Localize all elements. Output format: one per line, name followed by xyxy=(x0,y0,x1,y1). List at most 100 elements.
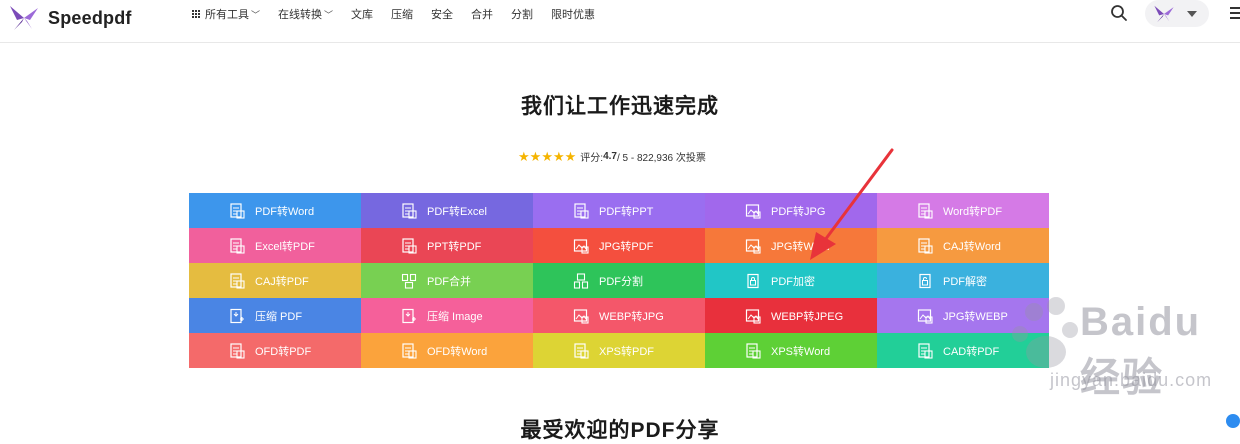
image-icon xyxy=(573,308,589,324)
document-icon xyxy=(574,342,589,359)
tool-tile[interactable]: PDF转PPT xyxy=(533,193,705,228)
nav-all-tools[interactable]: 所有工具 ﹀ xyxy=(192,6,260,22)
tool-tile[interactable]: JPG转Word xyxy=(705,228,877,263)
document-icon xyxy=(230,237,245,254)
watermark-url: jingyan.baidu.com xyxy=(1050,370,1213,390)
tool-tile[interactable]: PDF合并 xyxy=(361,263,533,298)
tool-tile[interactable]: PDF转Excel xyxy=(361,193,533,228)
split-icon xyxy=(573,272,589,289)
top-navbar: Speedpdf 所有工具 ﹀ 在线转换 ﹀ 文库 压缩 安全 合并 分割 限时… xyxy=(0,0,1240,43)
image-icon xyxy=(573,238,589,254)
unlock-icon xyxy=(919,273,931,288)
rating-value: 4.7 xyxy=(603,150,617,162)
brand-name: Speedpdf xyxy=(48,7,132,28)
tool-tile[interactable]: WEBP转JPEG xyxy=(705,298,877,333)
tool-tile[interactable]: PDF转JPG xyxy=(705,193,877,228)
tool-label: PPT转PDF xyxy=(427,240,482,253)
lock-icon xyxy=(747,273,759,288)
tool-label: JPG转PDF xyxy=(599,240,654,253)
tool-label: WEBP转JPEG xyxy=(771,310,844,323)
tool-label: PDF合并 xyxy=(427,275,471,288)
search-icon[interactable] xyxy=(1110,4,1128,22)
tool-label: CAJ转Word xyxy=(943,240,1001,253)
tool-label: PDF转PPT xyxy=(599,205,654,218)
tool-tile[interactable]: 压缩 Image xyxy=(361,298,533,333)
tool-label: OFD转Word xyxy=(427,345,488,358)
tool-label: 压缩 Image xyxy=(427,310,483,323)
nav-label: 在线转换 xyxy=(278,9,323,21)
chevron-down-icon: ﹀ xyxy=(251,9,261,20)
menu-icon[interactable] xyxy=(1230,7,1240,22)
tool-tile[interactable]: 压缩 PDF xyxy=(189,298,361,333)
grid-icon xyxy=(192,10,200,18)
tool-tile[interactable]: PPT转PDF xyxy=(361,228,533,263)
tool-label: CAJ转PDF xyxy=(255,275,309,288)
tool-label: OFD转PDF xyxy=(255,345,312,358)
tool-tile[interactable]: PDF加密 xyxy=(705,263,877,298)
tool-label: 压缩 PDF xyxy=(255,310,303,323)
tool-tile[interactable]: CAJ转PDF xyxy=(189,263,361,298)
tool-label: Excel转PDF xyxy=(255,240,315,253)
document-icon xyxy=(918,202,933,219)
tool-tile[interactable]: Word转PDF xyxy=(877,193,1049,228)
nav-compress[interactable]: 压缩 xyxy=(391,6,413,22)
tool-label: JPG转Word xyxy=(771,240,830,253)
chevron-down-icon: ﹀ xyxy=(324,9,334,20)
nav-online-convert[interactable]: 在线转换 ﹀ xyxy=(278,6,333,22)
tool-tile[interactable]: WEBP转JPG xyxy=(533,298,705,333)
tool-tile[interactable]: PDF转Word xyxy=(189,193,361,228)
tool-tile[interactable]: OFD转PDF xyxy=(189,333,361,368)
brand-logo[interactable]: Speedpdf xyxy=(8,3,132,33)
compress-icon xyxy=(402,308,416,323)
document-icon xyxy=(402,237,417,254)
document-icon xyxy=(574,202,589,219)
nav-security[interactable]: 安全 xyxy=(431,6,453,22)
nav-library[interactable]: 文库 xyxy=(351,6,373,22)
nav-label: 分割 xyxy=(511,9,534,21)
nav-limited-offer[interactable]: 限时优惠 xyxy=(551,6,595,22)
nav-label: 文库 xyxy=(351,9,374,21)
nav-label: 安全 xyxy=(431,9,454,21)
tool-tile[interactable]: XPS转PDF xyxy=(533,333,705,368)
popular-section-title: 最受欢迎的PDF分享 xyxy=(520,419,720,442)
merge-icon xyxy=(401,273,417,289)
tool-grid: PDF转Word PDF转Excel PDF转PPT PDF转JPG Word转PDF E… xyxy=(189,193,1049,368)
tool-label: PDF解密 xyxy=(943,275,987,288)
tool-tile[interactable]: CAD转PDF xyxy=(877,333,1049,368)
avatar xyxy=(1154,5,1174,23)
tool-tile[interactable]: CAJ转Word xyxy=(877,228,1049,263)
star-icon: ★ xyxy=(529,148,542,164)
tool-tile[interactable]: JPG转WEBP xyxy=(877,298,1049,333)
rating-votes: / 5 - 822,936 次投票 xyxy=(616,152,706,164)
user-menu[interactable] xyxy=(1145,0,1209,27)
star-icon: ★ xyxy=(564,148,577,164)
floating-help-button[interactable] xyxy=(1226,414,1240,428)
star-icon: ★ xyxy=(518,148,530,164)
document-icon xyxy=(230,272,245,289)
tool-label: PDF转Excel xyxy=(427,205,487,218)
rating-stars: ★ ★ ★ ★ ★ xyxy=(518,150,576,163)
hero-title: 我们让工作迅速完成 xyxy=(521,95,719,118)
tool-tile[interactable]: Excel转PDF xyxy=(189,228,361,263)
compress-icon xyxy=(230,308,244,323)
rating-prefix: 评分: xyxy=(580,152,604,164)
tool-tile[interactable]: XPS转Word xyxy=(705,333,877,368)
document-icon xyxy=(230,202,245,219)
tool-tile[interactable]: JPG转PDF xyxy=(533,228,705,263)
tool-tile[interactable]: PDF解密 xyxy=(877,263,1049,298)
nav-merge[interactable]: 合并 xyxy=(471,6,493,22)
tool-label: XPS转PDF xyxy=(599,345,655,358)
star-icon: ★ xyxy=(552,148,565,164)
tool-tile[interactable]: PDF分割 xyxy=(533,263,705,298)
nav-split[interactable]: 分割 xyxy=(511,6,533,22)
star-icon: ★ xyxy=(541,148,553,164)
butterfly-logo-icon xyxy=(10,6,38,30)
document-icon xyxy=(918,342,933,359)
tool-label: JPG转WEBP xyxy=(943,310,1008,323)
tool-label: PDF分割 xyxy=(599,275,643,288)
tool-tile[interactable]: OFD转Word xyxy=(361,333,533,368)
image-icon xyxy=(745,308,761,324)
caret-down-icon xyxy=(1187,11,1197,17)
nav-label: 压缩 xyxy=(391,9,414,21)
tool-label: PDF转Word xyxy=(255,205,315,218)
